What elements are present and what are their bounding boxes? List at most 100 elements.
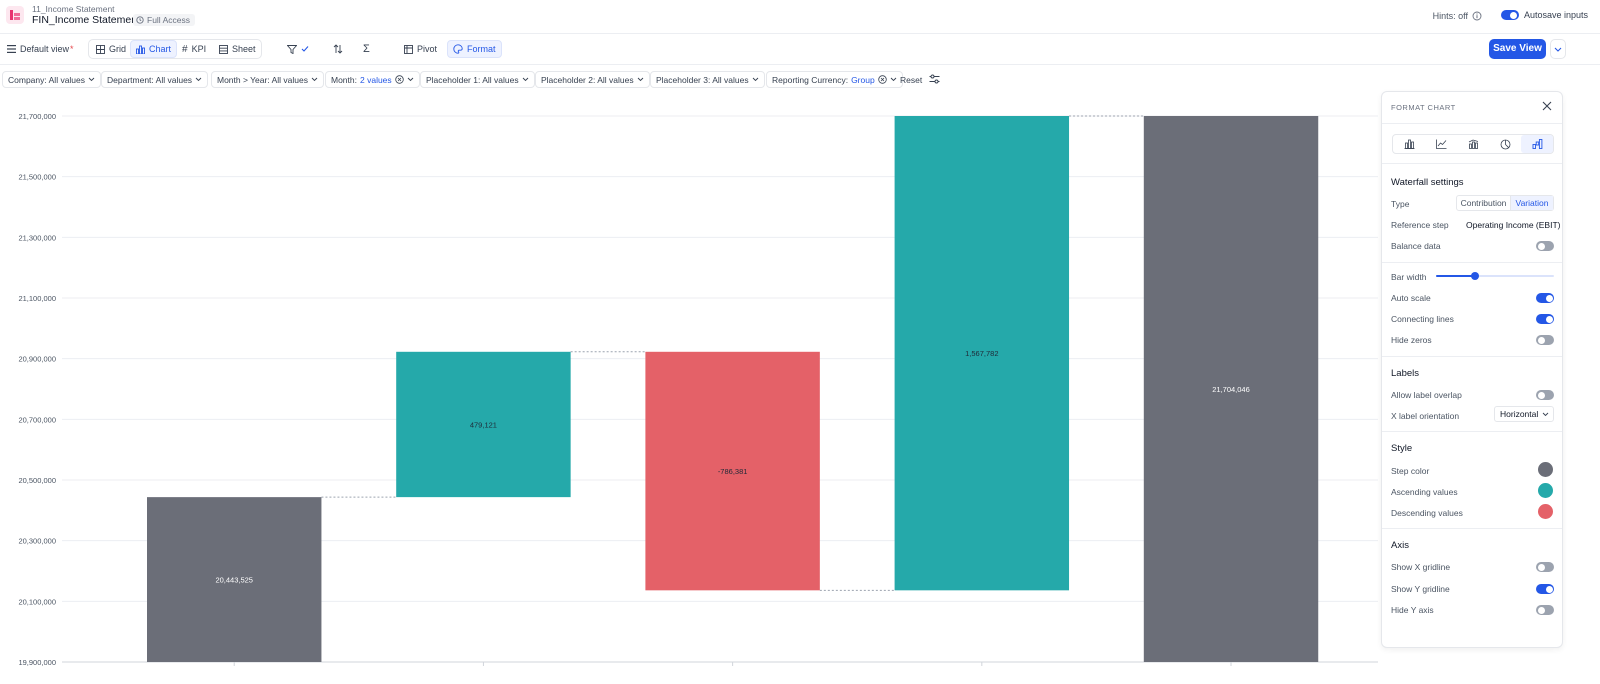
chevron-down-icon (522, 77, 528, 82)
hints-control[interactable]: Hints: off (1433, 11, 1482, 21)
reset-filters-button[interactable]: Reset (900, 75, 922, 85)
chevron-down-icon (1554, 47, 1562, 52)
chart-type-combo[interactable] (1457, 135, 1489, 153)
chart-canvas: 19,900,000 20,100,000 20,300,000 20,500,000… (18, 112, 1378, 667)
y-tick-label: 21,700,000 (18, 112, 56, 121)
pivot-button[interactable]: Pivot (399, 40, 442, 58)
app-icon[interactable] (6, 6, 24, 24)
x-label-orientation-select[interactable]: Horizontal (1494, 406, 1554, 422)
allow-overlap-label: Allow label overlap (1391, 390, 1462, 400)
filter-placeholder-1[interactable]: Placeholder 1: All values (420, 71, 535, 88)
allow-overlap-toggle[interactable] (1536, 390, 1554, 400)
balance-data-toggle[interactable] (1536, 241, 1554, 251)
divider (1382, 262, 1562, 263)
reference-step-select[interactable]: Operating Income (EBIT) (1466, 220, 1560, 230)
bar-width-label: Bar width (1391, 272, 1427, 282)
filter-currency-label: Reporting Currency: (772, 74, 849, 85)
type-option-variation[interactable]: Variation (1510, 196, 1553, 210)
check-icon (301, 46, 309, 52)
breadcrumb[interactable]: 11_Income Statement (32, 4, 115, 14)
bar-chart-icon (1404, 139, 1414, 149)
show-y-gridline-toggle[interactable] (1536, 584, 1554, 594)
filter-department[interactable]: Department: All values (101, 71, 209, 88)
filter-placeholder-2[interactable]: Placeholder 2: All values (535, 71, 650, 88)
chevron-down-icon (890, 77, 897, 82)
save-view-button[interactable]: Save View (1489, 39, 1546, 59)
clear-icon[interactable] (877, 75, 887, 84)
tab-chart[interactable]: Chart (130, 40, 178, 58)
type-option-contribution[interactable]: Contribution (1457, 196, 1510, 210)
filter-month[interactable]: Month: 2 values (325, 71, 420, 88)
y-tick-label: 20,100,000 (18, 597, 56, 606)
descending-color-swatch[interactable] (1538, 504, 1553, 519)
clear-icon[interactable] (394, 75, 404, 84)
filter-placeholder-3[interactable]: Placeholder 3: All values (650, 71, 765, 88)
filter-month-year-label: Month > Year: All values (217, 74, 308, 85)
bar-width-slider[interactable] (1436, 272, 1554, 280)
filter-toggle-button[interactable] (282, 40, 314, 58)
y-tick-label: 20,300,000 (18, 537, 56, 546)
filter-month-label: Month: (331, 74, 357, 85)
format-label: Format (467, 44, 496, 54)
sort-icon (333, 44, 343, 54)
chart-type-waterfall[interactable] (1521, 135, 1553, 153)
auto-scale-toggle[interactable] (1536, 293, 1554, 303)
show-x-gridline-label: Show X gridline (1391, 562, 1451, 572)
filter-company[interactable]: Company: All values (2, 71, 102, 88)
filter-placeholder-3-label: Placeholder 3: All values (656, 74, 749, 85)
chevron-down-icon (311, 77, 318, 82)
chart-type-bar[interactable] (1393, 135, 1425, 153)
balance-data-label: Balance data (1391, 241, 1441, 251)
page-title: FIN_Income Statement (32, 14, 140, 26)
sort-button[interactable] (328, 40, 348, 58)
show-x-gridline-toggle[interactable] (1536, 562, 1554, 572)
filter-month-value: 2 values (360, 74, 392, 85)
y-tick-label: 20,900,000 (18, 355, 56, 364)
bar-value-label: 1,567,782 (965, 349, 998, 358)
top-header: 11_Income Statement FIN_Income Statement… (0, 0, 1600, 34)
pivot-label: Pivot (417, 44, 438, 54)
toolbar: Default view * Grid Chart # KPI Sheet Σ P… (0, 34, 1600, 65)
pie-chart-icon (1500, 139, 1510, 149)
tab-kpi-label: KPI (191, 44, 207, 54)
bar-value-label: -786,381 (718, 467, 748, 476)
totals-button[interactable]: Σ (358, 40, 375, 58)
tab-grid[interactable]: Grid (91, 40, 131, 58)
chart-type-pie[interactable] (1489, 135, 1521, 153)
hints-label: Hints: off (1432, 11, 1468, 21)
tab-sheet[interactable]: Sheet (214, 40, 261, 58)
step-color-swatch[interactable] (1538, 462, 1553, 477)
bar-value-label: 21,704,046 (1212, 385, 1250, 394)
chart-type-line[interactable] (1425, 135, 1457, 153)
autosave-toggle[interactable] (1500, 10, 1519, 20)
bar-width-fill (1436, 275, 1475, 277)
tab-sheet-label: Sheet (232, 44, 256, 54)
divider (1382, 123, 1562, 124)
divider (1382, 356, 1562, 357)
close-icon[interactable] (1542, 101, 1552, 111)
hide-zeros-toggle[interactable] (1536, 335, 1554, 345)
grid-icon (96, 44, 105, 54)
bar-value-label: 479,121 (470, 420, 497, 429)
bar-value-label: 20,443,525 (215, 576, 253, 585)
connecting-lines-toggle[interactable] (1536, 314, 1554, 324)
autosave-control[interactable]: Autosave inputs (1500, 10, 1588, 20)
hide-y-axis-toggle[interactable] (1536, 605, 1554, 615)
filter-reporting-currency[interactable]: Reporting Currency: Group (766, 71, 903, 88)
info-icon[interactable] (1472, 11, 1482, 21)
sliders-icon[interactable] (929, 74, 940, 84)
filter-month-year[interactable]: Month > Year: All values (211, 71, 324, 88)
y-tick-label: 21,300,000 (18, 233, 56, 242)
filter-company-label: Company: All values (8, 74, 86, 85)
tab-kpi[interactable]: # KPI (177, 40, 211, 58)
waterfall-settings-heading: Waterfall settings (1391, 177, 1464, 188)
y-tick-label: 21,100,000 (18, 294, 56, 303)
ascending-color-swatch[interactable] (1538, 483, 1553, 498)
save-options-button[interactable] (1550, 39, 1566, 59)
bar-width-handle[interactable] (1471, 272, 1479, 280)
format-button[interactable]: Format (447, 40, 502, 58)
view-menu[interactable]: Default view * (2, 40, 79, 58)
chevron-down-icon (195, 77, 202, 82)
hide-zeros-label: Hide zeros (1391, 335, 1432, 345)
filter-placeholder-2-label: Placeholder 2: All values (541, 74, 634, 85)
